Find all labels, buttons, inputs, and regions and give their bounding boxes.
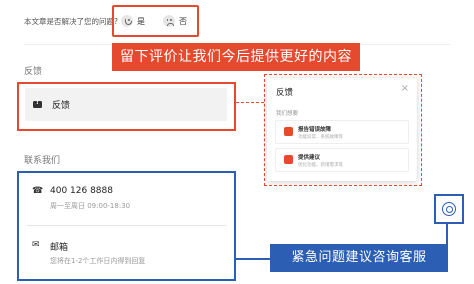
suggestion-option[interactable]: 提供建议 优化功能、新增需求等 xyxy=(275,148,409,172)
wrench-icon xyxy=(284,155,293,164)
popup-connector-line xyxy=(236,102,264,103)
no-button[interactable]: 否 xyxy=(163,15,187,27)
email-label[interactable]: 邮箱 xyxy=(50,240,68,253)
smile-face-icon xyxy=(121,15,133,27)
feedback-chat-icon xyxy=(33,99,42,108)
mail-icon: ✉ xyxy=(32,240,40,250)
sad-face-icon xyxy=(163,15,175,27)
report-bug-title: 报告错误故障 xyxy=(298,127,332,133)
customer-service-callout: 紧急问题建议咨询客服 xyxy=(270,244,448,272)
feedback-button-label: 反馈 xyxy=(52,101,71,111)
feedback-button[interactable]: 反馈 xyxy=(25,88,227,121)
report-bug-desc: 功能异常、系统故障等 xyxy=(298,135,343,140)
feedback-section-title: 反馈 xyxy=(24,67,43,77)
yes-label: 是 xyxy=(137,16,145,26)
connector-vertical xyxy=(446,224,448,244)
contact-section-title: 联系我们 xyxy=(24,156,61,166)
feedback-callout: 留下评价让我们今后提供更好的内容 xyxy=(112,43,360,71)
headset-icon xyxy=(442,202,456,216)
phone-icon: ☎ xyxy=(32,186,44,196)
email-note: 您将在1-2个工作日内得到回复 xyxy=(50,257,146,265)
bug-icon xyxy=(284,127,293,136)
connector-horizontal xyxy=(236,258,270,260)
yes-button[interactable]: 是 xyxy=(121,15,145,27)
phone-number[interactable]: 400 126 8888 xyxy=(50,186,113,196)
suggestion-desc: 优化功能、新增需求等 xyxy=(298,163,343,168)
contact-divider xyxy=(26,225,226,226)
suggestion-title: 提供建议 xyxy=(298,155,321,161)
close-icon[interactable]: × xyxy=(401,84,409,94)
popup-subtitle: 我们想要 xyxy=(276,111,299,117)
report-bug-option[interactable]: 报告错误故障 功能异常、系统故障等 xyxy=(275,120,409,144)
helpful-question: 本文章是否解决了您的问题? xyxy=(24,17,118,26)
phone-hours: 周一至周日 09:00-18:30 xyxy=(50,202,131,210)
feedback-popup: 反馈 × 我们想要 报告错误故障 功能异常、系统故障等 提供建议 优化功能、新增… xyxy=(267,78,417,181)
popup-title: 反馈 xyxy=(276,88,294,98)
no-label: 否 xyxy=(179,16,187,26)
customer-service-button[interactable] xyxy=(434,194,464,224)
